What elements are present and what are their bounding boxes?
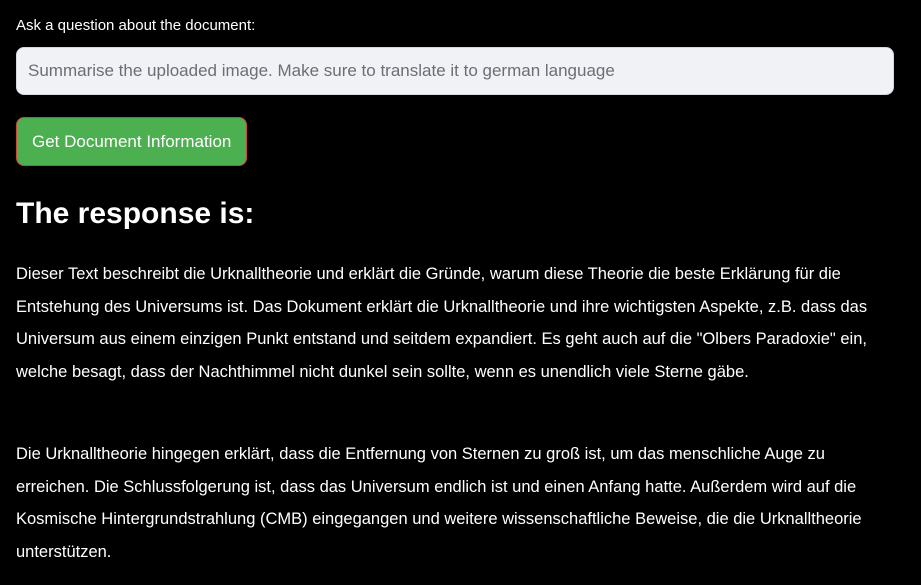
- question-input[interactable]: [16, 47, 894, 95]
- response-paragraph: Die Urknalltheorie hingegen erklärt, das…: [16, 445, 862, 561]
- get-document-information-button[interactable]: Get Document Information: [16, 117, 248, 166]
- response-heading: The response is:: [16, 197, 255, 230]
- question-label: Ask a question about the document:: [16, 17, 256, 34]
- response-paragraph: Dieser Text beschreibt die Urknalltheori…: [16, 265, 868, 381]
